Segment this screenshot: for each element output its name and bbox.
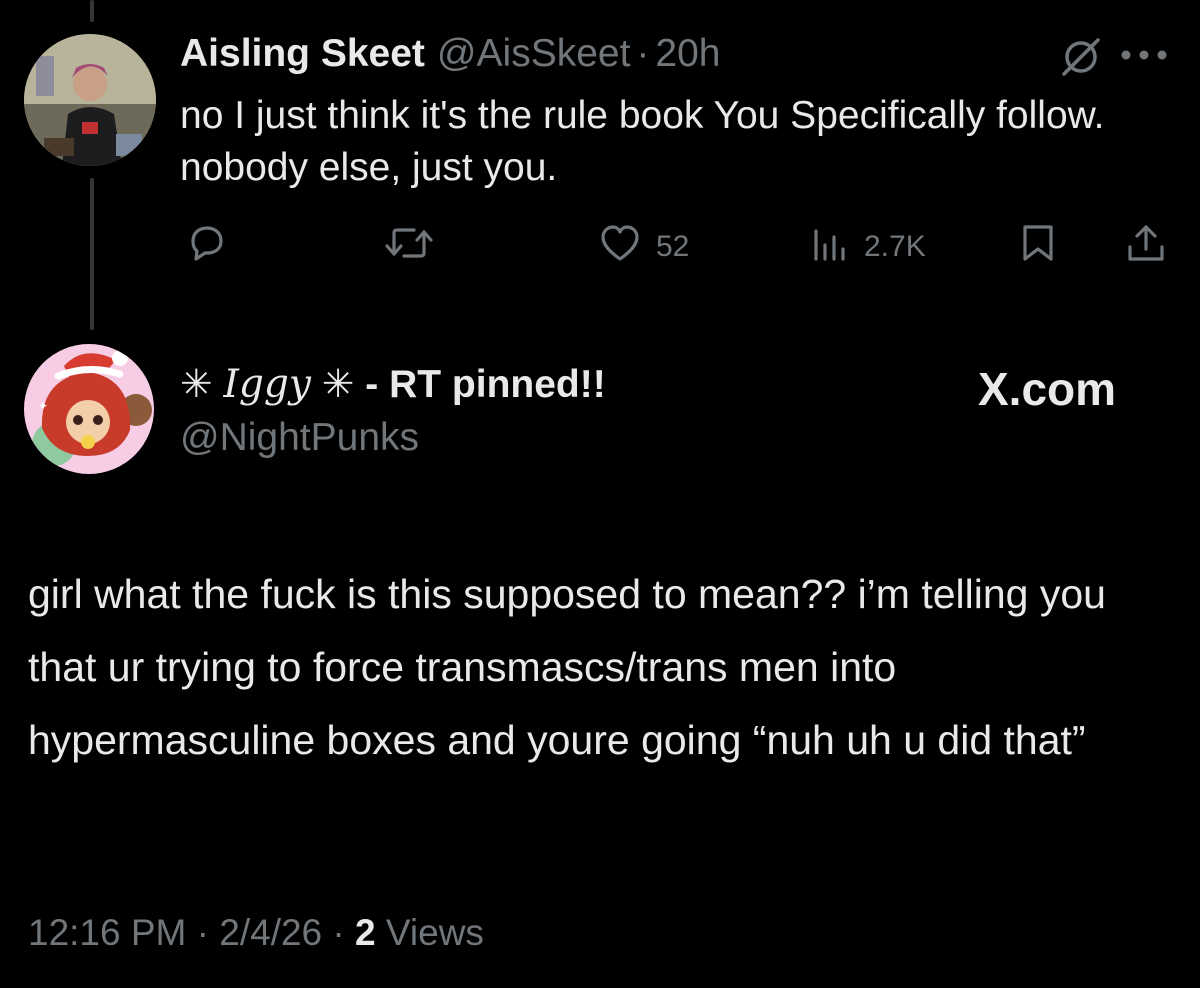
share-icon bbox=[1124, 221, 1168, 273]
reply-handle[interactable]: @NightPunks bbox=[180, 416, 419, 460]
grok-icon[interactable] bbox=[1060, 36, 1102, 78]
reply-views-count: 2 bbox=[355, 912, 376, 953]
reply-button[interactable] bbox=[184, 222, 228, 272]
share-button[interactable] bbox=[1124, 222, 1168, 272]
separator-dot: · bbox=[332, 912, 345, 953]
bookmark-button[interactable] bbox=[1018, 222, 1058, 272]
name-decor-left: ✳ bbox=[180, 363, 213, 406]
retweet-button[interactable] bbox=[384, 222, 434, 272]
like-count: 52 bbox=[656, 230, 690, 263]
views-count: 2.7K bbox=[864, 230, 926, 263]
user-handle[interactable]: @AisSkeet bbox=[437, 32, 631, 76]
separator-dot: · bbox=[636, 32, 650, 75]
name-decor-right: ✳ bbox=[321, 363, 355, 406]
reply-meta: 12:16 PM · 2/4/26 · 2 Views bbox=[28, 912, 484, 954]
thread-line bbox=[90, 178, 94, 330]
like-button[interactable]: 52 bbox=[598, 222, 689, 272]
like-icon bbox=[598, 221, 642, 273]
avatar[interactable]: ✦ bbox=[24, 344, 154, 474]
views-icon bbox=[810, 221, 850, 273]
more-icon[interactable] bbox=[1118, 48, 1170, 62]
avatar[interactable] bbox=[24, 34, 156, 166]
reply-text: girl what the fuck is this supposed to m… bbox=[28, 571, 1106, 763]
retweet-icon bbox=[384, 221, 434, 273]
thread-line-top bbox=[90, 0, 94, 22]
views-button[interactable]: 2.7K bbox=[810, 222, 926, 272]
separator-dot: · bbox=[196, 912, 209, 953]
reply-time: 12:16 PM bbox=[28, 912, 187, 953]
reply-icon bbox=[184, 221, 228, 273]
bookmark-icon bbox=[1018, 221, 1058, 273]
name-script: Iggy bbox=[223, 362, 311, 407]
tweet-time[interactable]: 20h bbox=[655, 32, 720, 76]
reply-date: 2/4/26 bbox=[219, 912, 323, 953]
name-suffix: - RT pinned!! bbox=[354, 363, 606, 406]
tweet-header: Aisling Skeet @AisSkeet · 20h bbox=[180, 32, 721, 80]
reply-views-label: Views bbox=[385, 912, 484, 953]
svg-text:✦: ✦ bbox=[38, 399, 48, 413]
reply-display-name[interactable]: ✳ Iggy ✳ - RT pinned!! bbox=[180, 362, 606, 407]
tweet-text: no I just think it's the rule book You S… bbox=[180, 94, 1105, 189]
x-com-logo: X.com bbox=[978, 363, 1117, 415]
display-name[interactable]: Aisling Skeet bbox=[180, 32, 425, 76]
